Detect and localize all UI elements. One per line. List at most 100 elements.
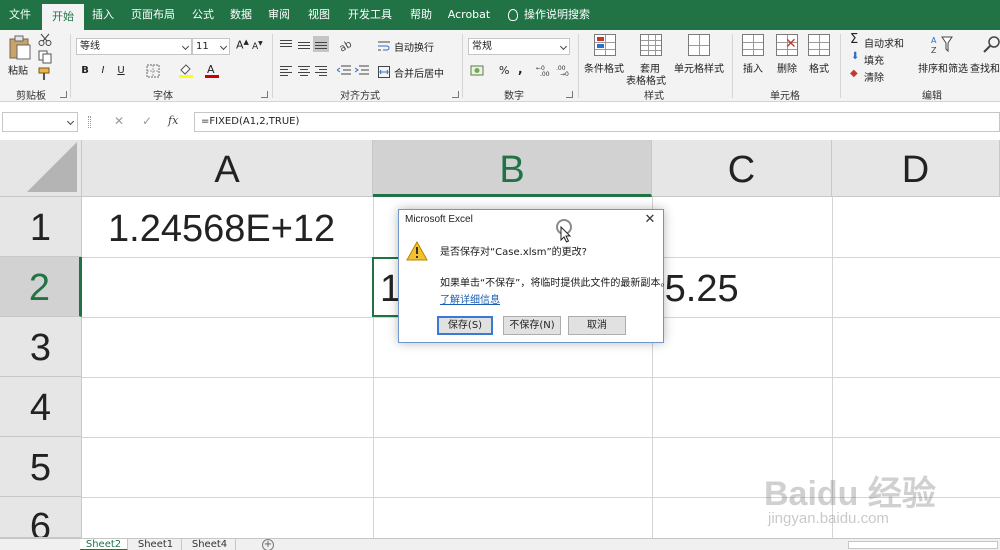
format-painter-icon[interactable] — [38, 67, 52, 81]
sheet-tab-sheet2[interactable]: Sheet2 — [80, 539, 128, 550]
clear-button[interactable]: 清除 — [864, 69, 884, 84]
merge-center-button[interactable]: 合并后居中 — [394, 65, 444, 80]
column-header-a[interactable]: A — [82, 140, 373, 197]
cell-styles-icon — [688, 34, 710, 56]
tell-me-search[interactable]: 操作说明搜索 — [508, 0, 590, 30]
format-as-table-line2[interactable]: 表格格式 — [626, 72, 666, 87]
cancel-entry-icon[interactable]: ✕ — [114, 114, 124, 128]
increase-indent-icon[interactable] — [355, 65, 369, 77]
number-format-combo[interactable]: 常规 — [468, 38, 570, 55]
tab-file[interactable]: 文件 — [0, 0, 40, 30]
tab-developer[interactable]: 开发工具 — [340, 0, 400, 30]
wrap-text-button[interactable]: 自动换行 — [394, 39, 434, 54]
accounting-format-icon[interactable] — [470, 64, 486, 78]
align-bottom-button[interactable] — [313, 36, 329, 52]
fill-button[interactable]: 填充 — [864, 52, 884, 67]
group-editing-label: 编辑 — [922, 91, 942, 102]
paste-button[interactable]: 粘贴 — [6, 34, 34, 78]
cancel-button[interactable]: 取消 — [568, 316, 626, 335]
bold-button[interactable]: B — [78, 63, 92, 78]
column-header-b[interactable]: B — [373, 140, 652, 197]
learn-more-link[interactable]: 了解详细信息 — [440, 291, 500, 306]
align-top-icon[interactable] — [280, 40, 292, 50]
font-launcher-icon[interactable] — [261, 91, 268, 98]
delete-cells-button[interactable]: 删除 — [777, 60, 797, 75]
align-middle-icon[interactable] — [298, 40, 310, 50]
row-header-1[interactable]: 1 — [0, 197, 82, 257]
group-divider — [272, 34, 273, 98]
tab-view[interactable]: 视图 — [302, 0, 336, 30]
row-header-2[interactable]: 2 — [0, 257, 82, 317]
comma-button[interactable]: , — [518, 62, 523, 76]
close-icon[interactable]: ✕ — [643, 212, 657, 227]
decrease-decimal-icon[interactable]: .00→0 — [556, 63, 572, 77]
find-select-button[interactable]: 查找和 — [970, 60, 1000, 75]
wrap-text-icon[interactable] — [378, 40, 390, 52]
lightbulb-icon — [508, 9, 518, 21]
tab-page-layout[interactable]: 页面布局 — [124, 0, 182, 30]
number-launcher-icon[interactable] — [566, 91, 573, 98]
cut-icon[interactable] — [38, 33, 52, 47]
select-all-button[interactable] — [0, 140, 82, 197]
fill-color-icon[interactable] — [178, 62, 194, 78]
cell-styles-button[interactable]: 单元格样式 — [674, 60, 724, 75]
border-icon[interactable] — [146, 64, 160, 78]
svg-text:.00: .00 — [540, 71, 550, 77]
underline-button[interactable]: U — [114, 63, 128, 78]
increase-decimal-icon[interactable]: ←0.00 — [536, 63, 552, 77]
svg-text:→0: →0 — [560, 71, 569, 77]
add-sheet-icon[interactable]: + — [262, 539, 274, 550]
copy-icon[interactable] — [38, 50, 52, 64]
row-header-4[interactable]: 4 — [0, 377, 82, 437]
eraser-icon: ◆ — [850, 68, 858, 79]
tab-review[interactable]: 审阅 — [262, 0, 296, 30]
sort-filter-button[interactable]: 排序和筛选 — [918, 60, 968, 75]
tab-acrobat[interactable]: Acrobat — [444, 0, 494, 30]
save-button[interactable]: 保存(S) — [437, 316, 493, 335]
group-divider — [840, 34, 841, 98]
shrink-font-icon[interactable]: A▼ — [252, 40, 263, 52]
column-header-c[interactable]: C — [652, 140, 832, 197]
name-box[interactable] — [2, 112, 78, 132]
chevron-down-icon — [181, 42, 190, 51]
splitter-handle[interactable] — [88, 116, 91, 128]
format-cells-button[interactable]: 格式 — [809, 60, 829, 75]
insert-function-button[interactable]: fx — [168, 114, 178, 127]
tab-home[interactable]: 开始 — [42, 4, 84, 30]
align-center-icon[interactable] — [298, 66, 310, 76]
font-name-combo[interactable]: 等线 — [76, 38, 192, 55]
dont-save-button[interactable]: 不保存(N) — [503, 316, 561, 335]
decrease-indent-icon[interactable] — [337, 65, 351, 77]
percent-button[interactable]: % — [499, 64, 509, 77]
merge-center-icon[interactable] — [378, 66, 390, 78]
chevron-down-icon — [219, 42, 228, 51]
tab-data[interactable]: 数据 — [224, 0, 258, 30]
conditional-format-button[interactable]: 条件格式 — [584, 60, 624, 75]
row-header-5[interactable]: 5 — [0, 437, 82, 497]
alignment-launcher-icon[interactable] — [452, 91, 459, 98]
row-header-6[interactable]: 6 — [0, 497, 82, 538]
font-color-icon[interactable]: A — [204, 62, 220, 78]
cell-a1[interactable]: 1.24568E+12 — [108, 208, 335, 251]
autosum-button[interactable]: 自动求和 — [864, 35, 904, 50]
italic-button[interactable]: I — [96, 63, 110, 78]
tab-formulas[interactable]: 公式 — [186, 0, 220, 30]
orientation-icon[interactable]: ab — [338, 38, 354, 52]
formula-input[interactable]: =FIXED(A1,2,TRUE) — [194, 112, 1000, 132]
confirm-entry-icon[interactable]: ✓ — [142, 114, 152, 128]
tab-help[interactable]: 帮助 — [404, 0, 438, 30]
font-size-combo[interactable]: 11 — [192, 38, 230, 55]
grow-font-icon[interactable]: A▲ — [236, 38, 249, 52]
align-left-icon[interactable] — [280, 66, 292, 76]
clipboard-launcher-icon[interactable] — [60, 91, 67, 98]
column-header-d[interactable]: D — [832, 140, 1000, 197]
align-right-icon[interactable] — [315, 66, 327, 76]
ribbon: 粘贴 剪贴板 等线 11 A▲ A▼ B I U A 字体 ab 自动换行 合并… — [0, 30, 1000, 102]
horizontal-scrollbar[interactable] — [848, 541, 998, 549]
tab-insert[interactable]: 插入 — [86, 0, 120, 30]
row-header-3[interactable]: 3 — [0, 317, 82, 377]
sheet-tab-sheet1[interactable]: Sheet1 — [130, 539, 182, 550]
insert-cells-button[interactable]: 插入 — [743, 60, 763, 75]
sheet-tab-sheet4[interactable]: Sheet4 — [184, 539, 236, 550]
group-divider — [70, 34, 71, 98]
